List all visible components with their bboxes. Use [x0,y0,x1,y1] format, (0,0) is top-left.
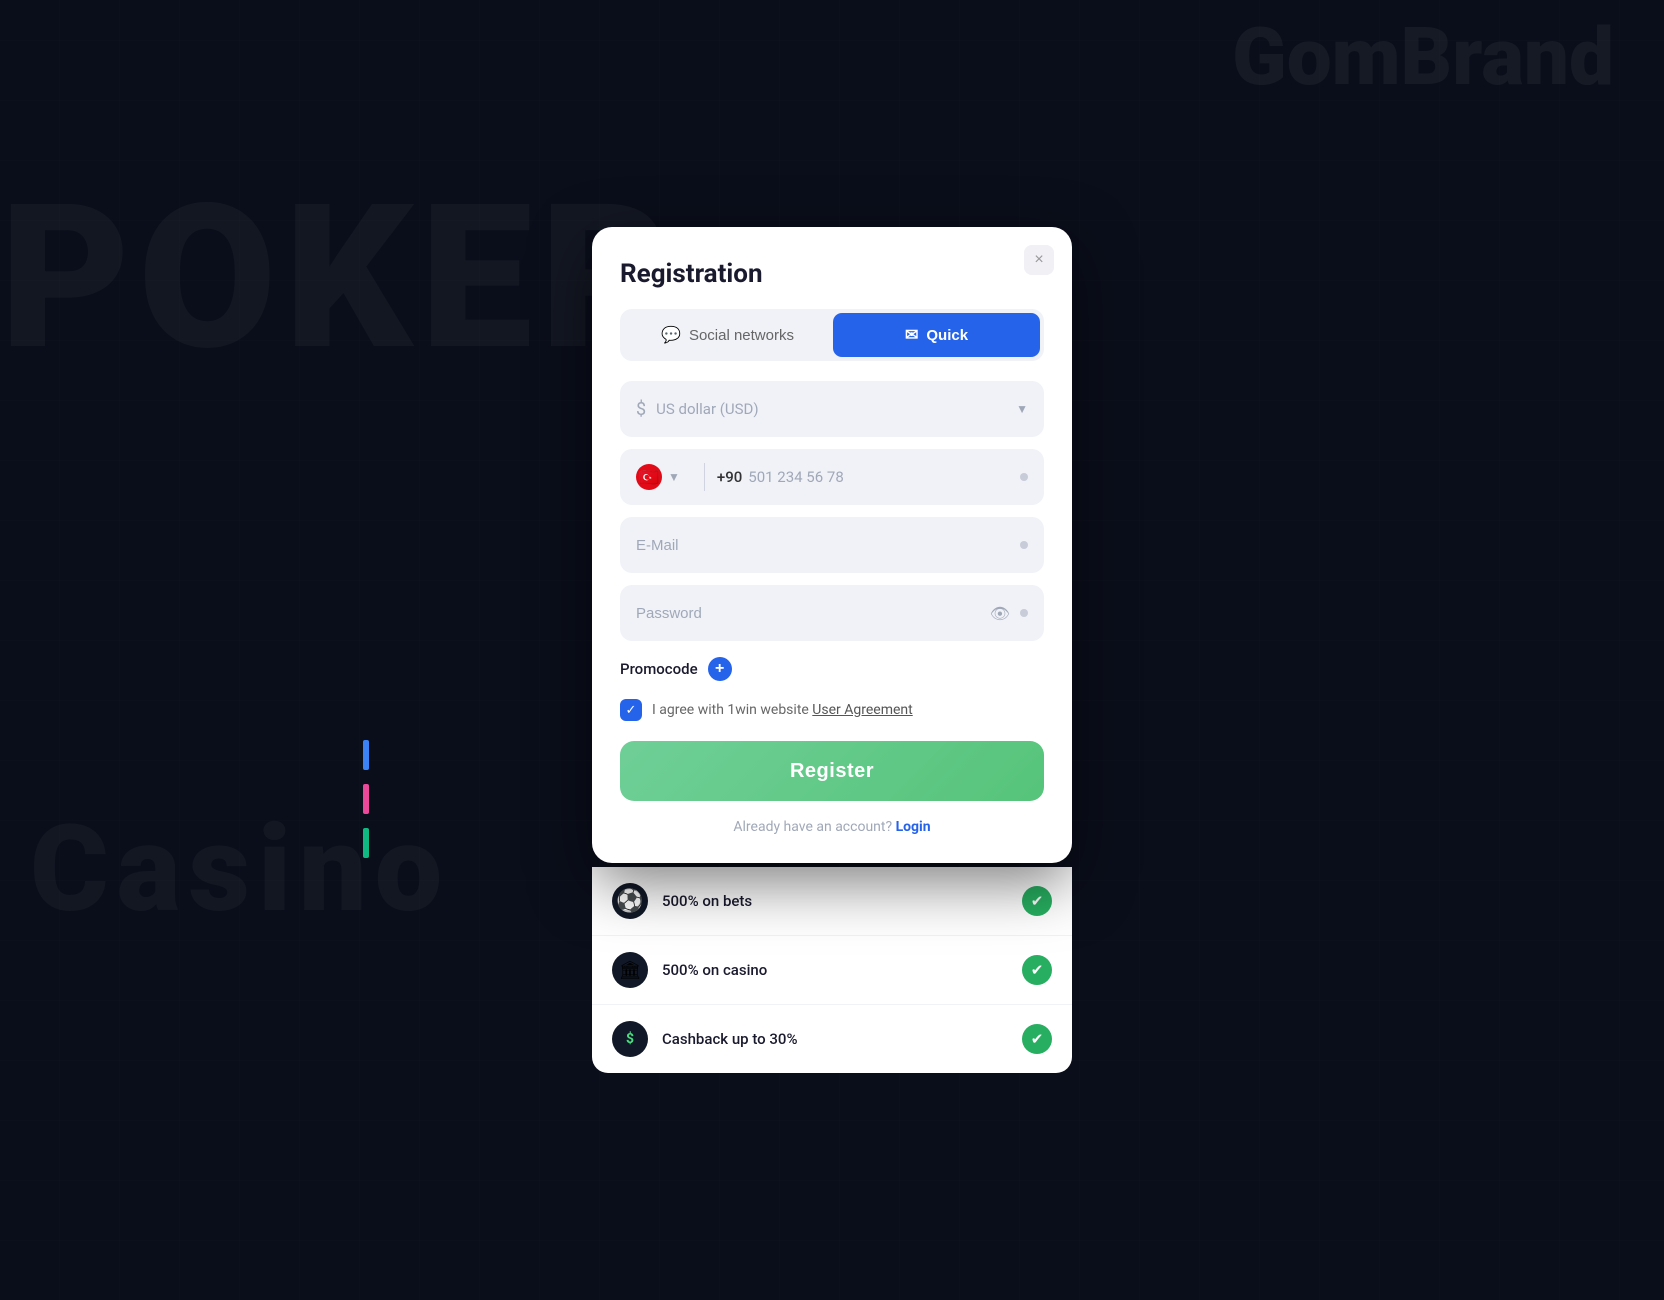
mail-icon: ✉ [905,325,918,345]
bets-check-icon: ✔ [1022,886,1052,916]
bets-bonus-text: 500% on bets [662,892,1008,910]
currency-value: US dollar (USD) [656,400,1006,418]
country-selector[interactable]: 🇹🇷 ▼ [636,464,692,490]
flag-icon: 🇹🇷 [636,464,662,490]
cashback-icon: $ [612,1021,648,1057]
bets-icon: ⚽ [612,883,648,919]
currency-chevron-icon: ▼ [1016,402,1028,416]
agreement-text: I agree with 1win website User Agreement [652,702,913,718]
password-input[interactable] [636,605,980,622]
eye-icon[interactable]: 👁 [990,604,1010,623]
login-link[interactable]: Login [896,819,931,835]
bonus-item-bets: ⚽ 500% on bets ✔ [592,867,1072,936]
phone-divider [704,463,705,491]
promocode-label: Promocode [620,660,698,678]
social-icon: 💬 [661,325,681,345]
tab-social-label: Social networks [689,327,794,344]
tab-social-networks[interactable]: 💬 Social networks [624,313,831,357]
register-button[interactable]: Register [620,741,1044,801]
email-input[interactable] [636,537,1010,554]
plus-icon: + [715,661,724,677]
phone-code: +90 [717,468,742,486]
agreement-row: ✓ I agree with 1win website User Agreeme… [620,699,1044,721]
cashback-check-icon: ✔ [1022,1024,1052,1054]
tab-container: 💬 Social networks ✉ Quick [620,309,1044,361]
user-agreement-link[interactable]: User Agreement [812,702,912,718]
close-button[interactable]: × [1024,245,1054,275]
tab-quick-label: Quick [926,327,968,344]
bonus-item-cashback: $ Cashback up to 30% ✔ [592,1005,1072,1073]
bonus-item-casino: 🏛 500% on casino ✔ [592,936,1072,1005]
email-required-dot [1020,541,1028,549]
promocode-row: Promocode + [620,657,1044,681]
bonus-card: ⚽ 500% on bets ✔ 🏛 500% on casino ✔ $ Ca… [592,867,1072,1073]
casino-icon: 🏛 [612,952,648,988]
login-row: Already have an account? Login [620,819,1044,835]
close-icon: × [1034,251,1043,269]
tab-quick[interactable]: ✉ Quick [833,313,1040,357]
login-prompt-text: Already have an account? [733,819,892,835]
currency-field[interactable]: $ US dollar (USD) ▼ [620,381,1044,437]
add-promocode-button[interactable]: + [708,657,732,681]
currency-icon: $ [636,399,646,420]
email-field[interactable] [620,517,1044,573]
casino-check-icon: ✔ [1022,955,1052,985]
casino-bonus-text: 500% on casino [662,961,1008,979]
phone-placeholder: 501 234 56 78 [748,468,1020,486]
agreement-checkbox[interactable]: ✓ [620,699,642,721]
cashback-bonus-text: Cashback up to 30% [662,1030,1008,1048]
phone-field: 🇹🇷 ▼ +90 501 234 56 78 [620,449,1044,505]
country-chevron-icon: ▼ [668,470,680,484]
password-required-dot [1020,609,1028,617]
phone-required-dot [1020,473,1028,481]
password-field[interactable]: 👁 [620,585,1044,641]
modal-title: Registration [620,259,1044,289]
registration-modal: Registration × 💬 Social networks ✉ Quick… [592,227,1072,863]
